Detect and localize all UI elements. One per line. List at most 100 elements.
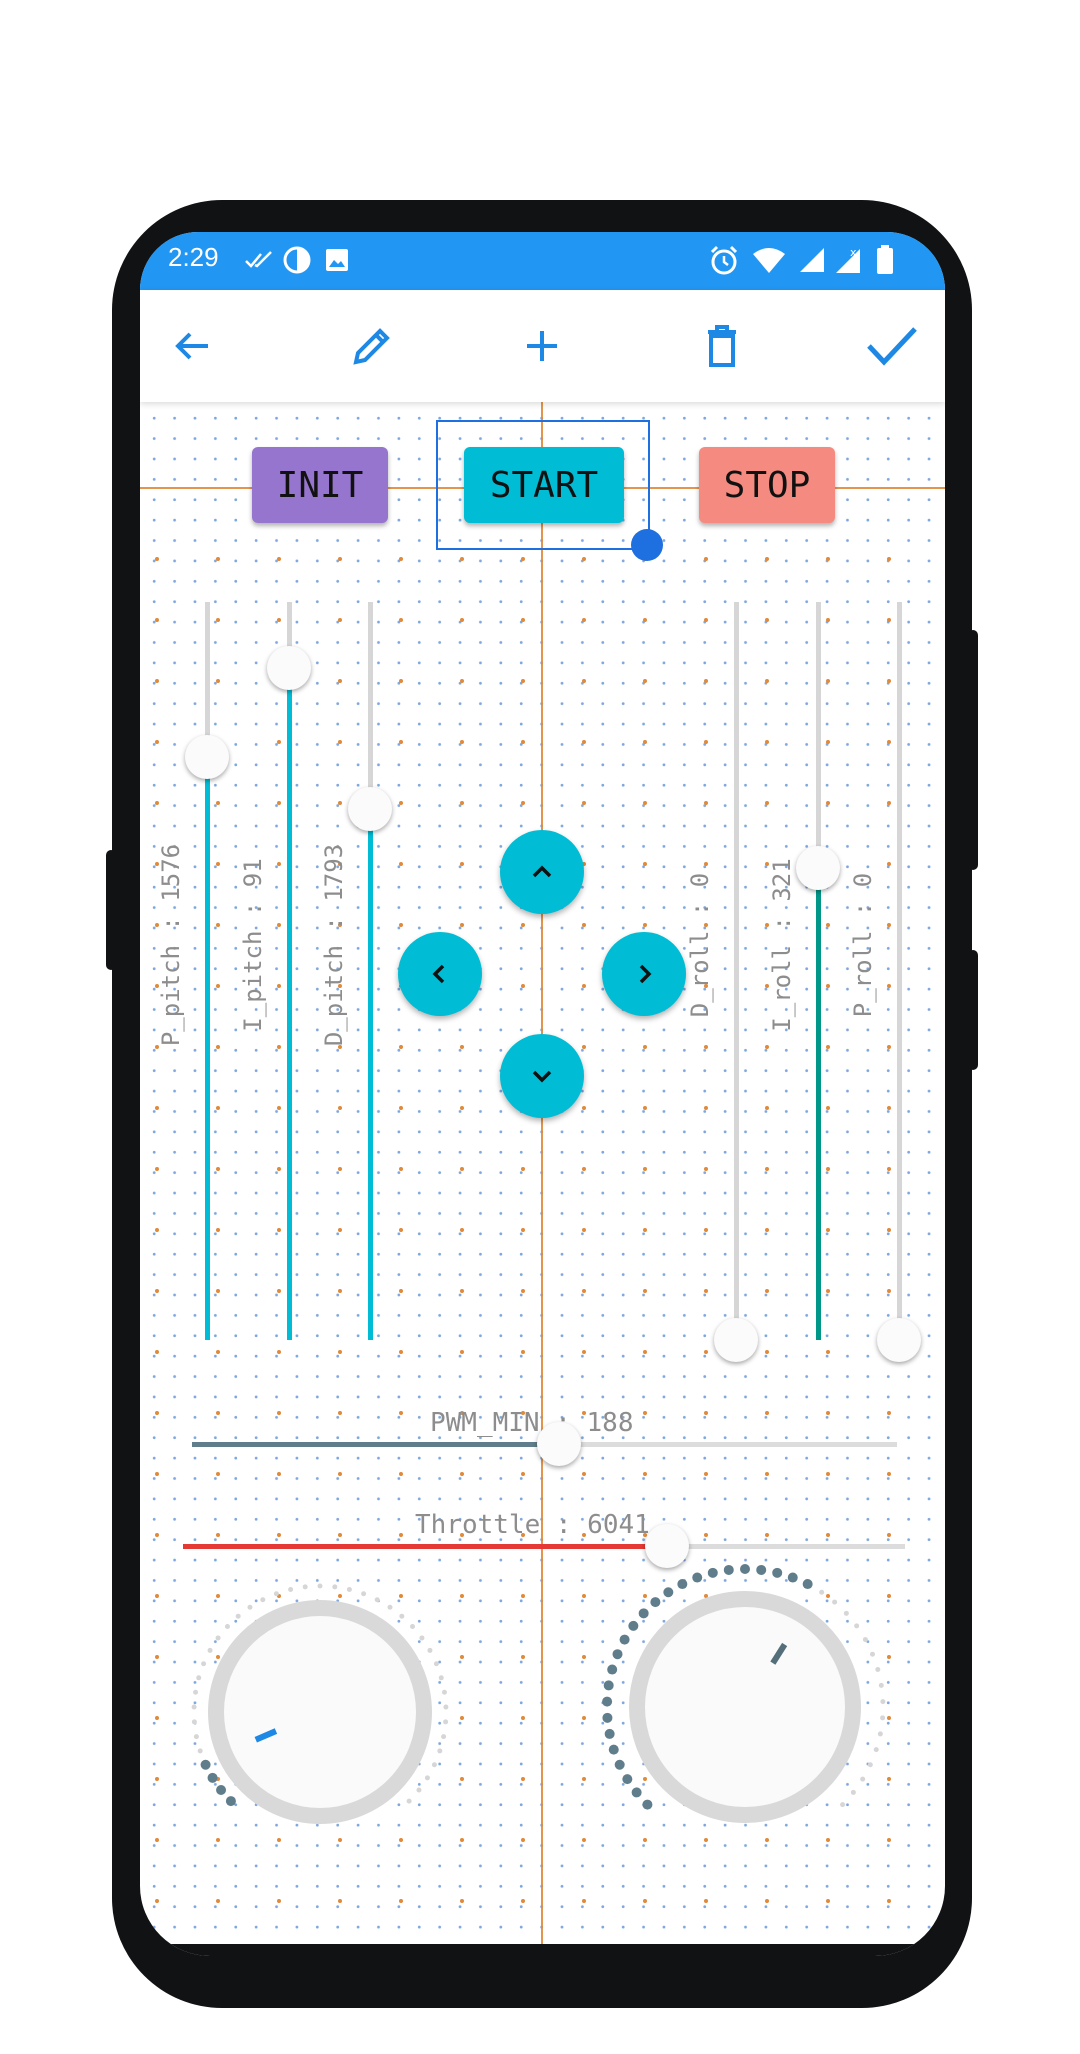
guide-dot bbox=[582, 1228, 586, 1232]
guide-dot bbox=[643, 1167, 647, 1171]
guide-dot bbox=[887, 740, 891, 744]
left-knob-tick bbox=[247, 1604, 253, 1610]
d-roll-slider-track[interactable] bbox=[734, 602, 739, 1340]
left-rotary-knob[interactable] bbox=[180, 1572, 460, 1852]
dpad-up-button[interactable] bbox=[500, 830, 584, 914]
left-knob-tick bbox=[431, 1762, 437, 1768]
right-knob-tick bbox=[607, 1664, 618, 1675]
guide-dot bbox=[521, 1716, 525, 1720]
guide-dot bbox=[643, 618, 647, 622]
guide-dot bbox=[277, 984, 281, 988]
p-pitch-slider-fill bbox=[205, 756, 210, 1340]
guide-dot bbox=[216, 1106, 220, 1110]
left-knob-tick bbox=[332, 1584, 338, 1590]
chevron-up-icon bbox=[532, 865, 552, 878]
right-knob-tick bbox=[860, 1776, 866, 1782]
d-pitch-slider-thumb[interactable] bbox=[348, 786, 392, 831]
guide-dot bbox=[155, 1655, 159, 1659]
pwm-min-slider-thumb[interactable] bbox=[536, 1422, 581, 1466]
right-knob-tick bbox=[850, 1789, 856, 1795]
dpad-down-button[interactable] bbox=[500, 1034, 584, 1118]
i-pitch-slider-thumb[interactable] bbox=[267, 646, 311, 691]
guide-dot bbox=[155, 557, 159, 561]
left-knob-tick bbox=[200, 1759, 211, 1770]
guide-dot bbox=[277, 557, 281, 561]
guide-dot bbox=[582, 923, 586, 927]
confirm-button[interactable] bbox=[866, 320, 918, 372]
guide-dot bbox=[216, 1167, 220, 1171]
right-knob-tick bbox=[832, 1599, 838, 1605]
i-roll-slider-fill bbox=[816, 867, 821, 1340]
back-button[interactable] bbox=[166, 320, 218, 372]
guide-dot bbox=[216, 1472, 220, 1476]
guide-dot bbox=[521, 679, 525, 683]
guide-dot bbox=[521, 1228, 525, 1232]
guide-dot bbox=[521, 1289, 525, 1293]
init-button-label: INIT bbox=[276, 464, 364, 506]
guide-dot bbox=[338, 1289, 342, 1293]
guide-dot bbox=[643, 1106, 647, 1110]
guide-dot bbox=[155, 740, 159, 744]
left-knob-tick bbox=[361, 1591, 367, 1597]
left-knob-tick bbox=[374, 1597, 380, 1603]
guide-dot bbox=[887, 801, 891, 805]
dpad-left-button[interactable] bbox=[398, 932, 482, 1016]
guide-dot bbox=[643, 801, 647, 805]
right-knob-tick bbox=[787, 1572, 798, 1583]
left-knob-tick bbox=[191, 1719, 197, 1725]
pwm-min-label: PWM_MIN : 188 bbox=[430, 1408, 634, 1438]
dpad-right-button[interactable] bbox=[602, 932, 686, 1016]
guide-dot bbox=[582, 984, 586, 988]
guide-dot bbox=[521, 923, 525, 927]
p-roll-slider-track[interactable] bbox=[897, 602, 902, 1340]
guide-dot bbox=[765, 740, 769, 744]
left-knob-tick bbox=[207, 1647, 213, 1653]
guide-dot bbox=[765, 1533, 769, 1537]
status-bar: 2:29 x bbox=[140, 232, 945, 290]
stop-button[interactable]: STOP bbox=[699, 447, 835, 523]
guide-dot bbox=[643, 1045, 647, 1049]
guide-dot bbox=[582, 1167, 586, 1171]
resize-handle[interactable] bbox=[631, 529, 663, 561]
guide-dot bbox=[643, 740, 647, 744]
right-knob-tick bbox=[603, 1680, 614, 1691]
p-roll-slider-thumb[interactable] bbox=[877, 1318, 921, 1362]
i-roll-slider-thumb[interactable] bbox=[796, 845, 840, 890]
guide-dot bbox=[887, 557, 891, 561]
battery-icon bbox=[876, 244, 894, 276]
guide-dot bbox=[765, 1289, 769, 1293]
right-rotary-knob[interactable] bbox=[600, 1562, 890, 1852]
d-pitch-label: D_pitch : 1793 bbox=[320, 843, 348, 1047]
guide-dot bbox=[765, 1228, 769, 1232]
delete-button[interactable] bbox=[696, 320, 748, 372]
guide-dot bbox=[155, 1533, 159, 1537]
init-button[interactable]: INIT bbox=[252, 447, 388, 523]
half-moon-icon bbox=[282, 244, 312, 276]
d-roll-slider-thumb[interactable] bbox=[714, 1318, 758, 1362]
right-knob-tick bbox=[867, 1762, 873, 1768]
design-canvas[interactable]: INIT START STOP P_pitch : 1576 I_pitch : … bbox=[140, 402, 945, 1956]
guide-dot bbox=[399, 1228, 403, 1232]
guide-dot bbox=[399, 557, 403, 561]
guide-dot bbox=[521, 801, 525, 805]
guide-dot bbox=[521, 1655, 525, 1659]
edit-button[interactable] bbox=[346, 320, 398, 372]
screen: 2:29 x INIT START STOP P_pitch: 1576 I_… bbox=[140, 232, 945, 1956]
guide-dot bbox=[155, 1167, 159, 1171]
p-pitch-slider-thumb[interactable] bbox=[185, 734, 229, 779]
power-button bbox=[968, 630, 978, 870]
add-button[interactable] bbox=[516, 320, 568, 372]
guide-dot bbox=[399, 923, 403, 927]
guide-dot bbox=[460, 1655, 464, 1659]
guide-dot bbox=[399, 1411, 403, 1415]
left-knob-tick bbox=[406, 1798, 412, 1804]
guide-dot bbox=[521, 1472, 525, 1476]
guide-dot bbox=[582, 679, 586, 683]
right-knob-tick bbox=[875, 1667, 881, 1673]
chevron-left-icon bbox=[432, 964, 445, 984]
chevron-down-icon bbox=[532, 1070, 552, 1083]
left-knob-tick bbox=[224, 1623, 230, 1629]
guide-dot bbox=[765, 1350, 769, 1354]
right-knob-tick bbox=[880, 1715, 886, 1721]
screen-bottom-edge bbox=[140, 1944, 945, 1956]
